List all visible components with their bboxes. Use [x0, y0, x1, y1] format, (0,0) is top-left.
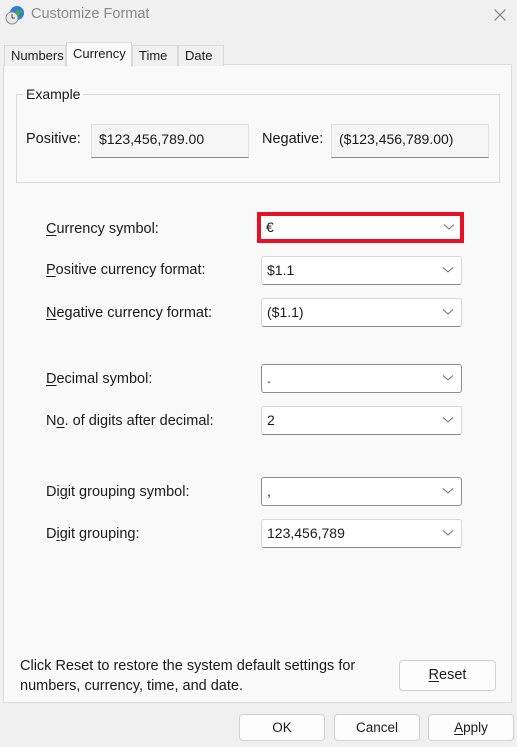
reset-description: Click Reset to restore the system defaul…	[20, 656, 355, 696]
digit-grouping-label: Digit grouping:	[46, 526, 140, 542]
negative-format-value: ($1.1)	[267, 304, 304, 320]
positive-example-value: $123,456,789.00	[99, 131, 205, 147]
globe-clock-icon	[5, 6, 24, 25]
tab-numbers[interactable]: Numbers	[4, 45, 66, 66]
chevron-down-icon	[442, 309, 454, 315]
chevron-down-icon	[443, 224, 455, 230]
title-bar: Customize Format	[0, 0, 517, 30]
positive-format-combo[interactable]: $1.1	[261, 256, 462, 285]
positive-example-field: $123,456,789.00	[91, 124, 249, 158]
digit-grouping-combo[interactable]: 123,456,789	[261, 519, 462, 548]
tab-label: Time	[139, 48, 168, 63]
close-icon	[494, 9, 506, 21]
digit-grouping-symbol-combo[interactable]: ,	[261, 477, 462, 506]
reset-description-line2: numbers, currency, time, and date.	[20, 678, 243, 694]
tab-label: Date	[185, 48, 213, 63]
digits-after-decimal-combo[interactable]: 2	[261, 406, 462, 435]
digit-grouping-value: 123,456,789	[267, 525, 345, 541]
digits-after-decimal-label: No. of digits after decimal:	[46, 413, 214, 429]
negative-format-label: Negative currency format:	[46, 305, 213, 321]
positive-format-label: Positive currency format:	[46, 262, 206, 278]
negative-label: Negative:	[262, 131, 324, 147]
window-title: Customize Format	[31, 6, 150, 22]
close-button[interactable]	[485, 0, 515, 30]
positive-label: Positive:	[26, 131, 81, 147]
chevron-down-icon	[442, 267, 454, 273]
chevron-down-icon	[442, 488, 454, 494]
positive-format-value: $1.1	[267, 262, 295, 278]
reset-description-line1: Click Reset to restore the system defaul…	[20, 658, 356, 674]
chevron-down-icon	[442, 417, 454, 423]
decimal-symbol-value: .	[267, 370, 271, 386]
example-group-title: Example	[23, 86, 84, 102]
decimal-symbol-label: Decimal symbol:	[46, 371, 153, 387]
tab-label: Numbers	[11, 48, 64, 63]
currency-symbol-label: Currency symbol:	[46, 221, 159, 237]
ok-button[interactable]: OK	[239, 714, 325, 741]
tab-date[interactable]: Date	[178, 45, 224, 66]
negative-format-combo[interactable]: ($1.1)	[261, 298, 462, 327]
currency-symbol-combo[interactable]: €	[261, 214, 462, 241]
tab-label: Currency	[73, 46, 126, 61]
currency-symbol-value: €	[266, 219, 274, 235]
digit-grouping-symbol-value: ,	[267, 483, 271, 499]
negative-example-value: ($123,456,789.00)	[339, 131, 454, 147]
cancel-button[interactable]: Cancel	[334, 714, 420, 741]
tab-currency[interactable]: Currency	[66, 42, 132, 67]
chevron-down-icon	[442, 530, 454, 536]
reset-button[interactable]: Reset	[399, 660, 496, 691]
chevron-down-icon	[442, 375, 454, 381]
tab-time[interactable]: Time	[132, 45, 178, 66]
apply-button[interactable]: Apply	[428, 714, 514, 741]
negative-example-field: ($123,456,789.00)	[331, 124, 489, 158]
decimal-symbol-combo[interactable]: .	[261, 364, 462, 393]
digits-after-decimal-value: 2	[267, 412, 275, 428]
digit-grouping-symbol-label: Digit grouping symbol:	[46, 484, 190, 500]
